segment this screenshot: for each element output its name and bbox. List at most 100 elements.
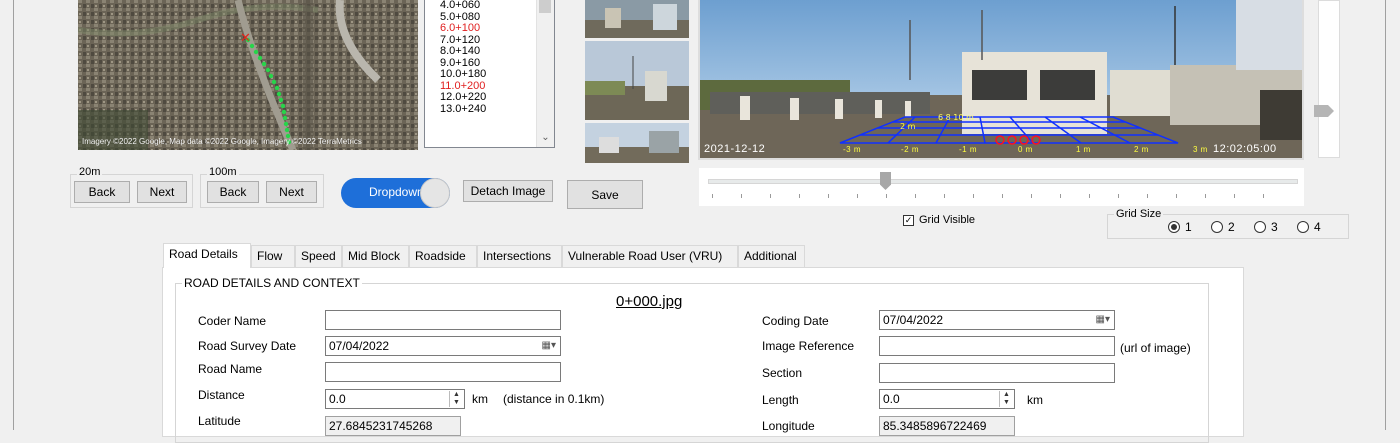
grid-distance-label: 3 m <box>1193 145 1208 154</box>
tab-mid-block[interactable]: Mid Block <box>342 245 409 267</box>
latitude-field[interactable]: 27.6845231745268 <box>325 416 461 436</box>
image-reference-hint: (url of image) <box>1120 341 1191 355</box>
chainage-listbox[interactable]: 4.0+060 5.0+080 6.0+100 7.0+120 8.0+140 9.0+1… <box>424 0 555 148</box>
chainage-items: 4.0+060 5.0+080 6.0+100 7.0+120 8.0+140 9.0+1… <box>440 0 486 115</box>
grid-size-option-label: 4 <box>1314 220 1321 234</box>
grid-distance-label: 0 m <box>1018 145 1033 154</box>
grid-size-radio-3[interactable] <box>1254 221 1266 233</box>
grid-far-label: 2 m <box>900 122 916 131</box>
nav-20m-label: 20m <box>77 166 103 178</box>
grid-size-option-label: 1 <box>1185 220 1192 234</box>
tab-intersections[interactable]: Intersections <box>477 245 562 267</box>
spinner-arrows-icon[interactable]: ▲ ▼ <box>999 391 1013 407</box>
tab-flow[interactable]: Flow <box>251 245 295 267</box>
grid-distance-label: -2 m <box>901 145 919 154</box>
grid-distance-label: -1 m <box>959 145 977 154</box>
grid-distance-label: 2 m <box>1134 145 1149 154</box>
thumbnail-2[interactable] <box>585 41 689 120</box>
listbox-scrollbar[interactable]: ⌄ <box>536 0 554 147</box>
thumbnail-3[interactable] <box>585 123 689 163</box>
chainage-item[interactable]: 4.0+060 <box>440 0 486 12</box>
section-label: Section <box>762 366 803 380</box>
window-frame-right <box>1385 0 1386 430</box>
length-label: Length <box>762 393 799 407</box>
back-100m-button[interactable]: Back <box>207 181 259 203</box>
chainage-item[interactable]: 8.0+140 <box>440 45 486 58</box>
coder-name-input[interactable] <box>325 310 561 330</box>
save-button[interactable]: Save <box>567 180 643 209</box>
road-survey-date-picker[interactable]: 07/04/2022 ▦▾ <box>325 336 561 356</box>
road-name-input[interactable] <box>325 362 561 382</box>
distance-value: 0.0 <box>329 392 346 406</box>
nav-100m-label: 100m <box>207 166 239 178</box>
slider-handle[interactable] <box>880 172 891 190</box>
grid-size-option-label: 3 <box>1271 220 1278 234</box>
coder-name-label: Coder Name <box>198 314 267 328</box>
frame-slider[interactable] <box>699 168 1304 206</box>
length-value: 0.0 <box>883 392 900 406</box>
current-position-marker: ✕ <box>240 31 251 46</box>
detach-image-button[interactable]: Detach Image <box>463 180 553 202</box>
grid-size-radio-4[interactable] <box>1297 221 1309 233</box>
thumbnail-1[interactable] <box>585 0 689 38</box>
section-title: ROAD DETAILS AND CONTEXT <box>182 276 362 290</box>
grid-visible-checkbox[interactable]: ✓ <box>903 215 914 226</box>
grid-size-label: Grid Size <box>1114 208 1164 220</box>
image-reference-label: Image Reference <box>762 339 855 353</box>
road-survey-date-label: Road Survey Date <box>198 339 297 353</box>
chainage-item[interactable]: 12.0+220 <box>440 91 486 104</box>
grid-size-option-label: 2 <box>1228 220 1235 234</box>
road-name-label: Road Name <box>198 362 263 376</box>
grid-size-radio-1[interactable] <box>1168 221 1180 233</box>
next-20m-button[interactable]: Next <box>137 181 187 203</box>
map-credit: Imagery ©2022 Google, Map data ©2022 Goo… <box>82 137 362 146</box>
chainage-item[interactable]: 13.0+240 <box>440 103 486 116</box>
vertical-slider-handle[interactable] <box>1314 105 1334 117</box>
section-input[interactable] <box>879 363 1115 383</box>
image-file-name[interactable]: 0+000.jpg <box>616 293 682 310</box>
distance-spinner[interactable]: 0.0 ▲ ▼ <box>325 389 465 409</box>
calendar-icon[interactable]: ▦▾ <box>542 340 556 351</box>
coding-date-picker[interactable]: 07/04/2022 ▦▾ <box>879 310 1115 330</box>
coding-date-value: 07/04/2022 <box>883 313 944 327</box>
calendar-icon[interactable]: ▦▾ <box>1096 314 1110 325</box>
grid-distance-label: -3 m <box>843 145 861 154</box>
time-stamp: 12:02:05:00 <box>1213 143 1277 155</box>
dropdown-toggle-label: Dropdown <box>369 185 424 199</box>
toggle-knob <box>420 178 450 208</box>
right-scrollbar[interactable] <box>1314 0 1340 158</box>
next-100m-button[interactable]: Next <box>266 181 317 203</box>
longitude-label: Longitude <box>762 419 815 433</box>
tab-road-details[interactable]: Road Details <box>163 243 251 268</box>
length-spinner[interactable]: 0.0 ▲ ▼ <box>879 389 1015 409</box>
coding-date-label: Coding Date <box>762 314 829 328</box>
slider-track <box>708 179 1298 184</box>
grid-visible-label: Grid Visible <box>919 214 976 226</box>
main-road-image[interactable]: 2 m 6 8 10 m 2021-12-12 12:02:05:00 -3 m… <box>698 0 1304 160</box>
chainage-item[interactable]: 10.0+180 <box>440 68 486 81</box>
chainage-item[interactable]: 6.0+100 <box>440 22 486 35</box>
image-reference-input[interactable] <box>879 336 1115 356</box>
length-unit: km <box>1027 393 1043 407</box>
spinner-arrows-icon[interactable]: ▲ ▼ <box>449 391 463 407</box>
date-stamp: 2021-12-12 <box>704 143 766 155</box>
grid-size-radio-2[interactable] <box>1211 221 1223 233</box>
distance-unit: km <box>472 392 488 406</box>
tab-roadside[interactable]: Roadside <box>409 245 477 267</box>
distance-hint: (distance in 0.1km) <box>503 392 605 406</box>
window-frame-left <box>13 0 14 430</box>
tab-speed[interactable]: Speed <box>295 245 342 267</box>
grid-top-label: 6 8 10 m <box>938 113 974 122</box>
dropdown-toggle[interactable]: Dropdown <box>341 178 450 208</box>
back-20m-button[interactable]: Back <box>74 181 130 203</box>
longitude-field[interactable]: 85.3485896722469 <box>879 416 1015 436</box>
tab-additional[interactable]: Additional <box>738 245 805 267</box>
satellite-map[interactable]: ✕ <box>78 0 418 150</box>
tab-vulnerable-road-user-vru[interactable]: Vulnerable Road User (VRU) <box>562 245 738 267</box>
road-survey-date-value: 07/04/2022 <box>329 339 390 353</box>
grid-distance-label: 1 m <box>1076 145 1091 154</box>
distance-label: Distance <box>198 388 245 402</box>
satellite-map-image: ✕ <box>78 0 418 150</box>
scrollbar-thumb[interactable] <box>539 0 551 13</box>
scroll-down-icon[interactable]: ⌄ <box>537 132 554 143</box>
